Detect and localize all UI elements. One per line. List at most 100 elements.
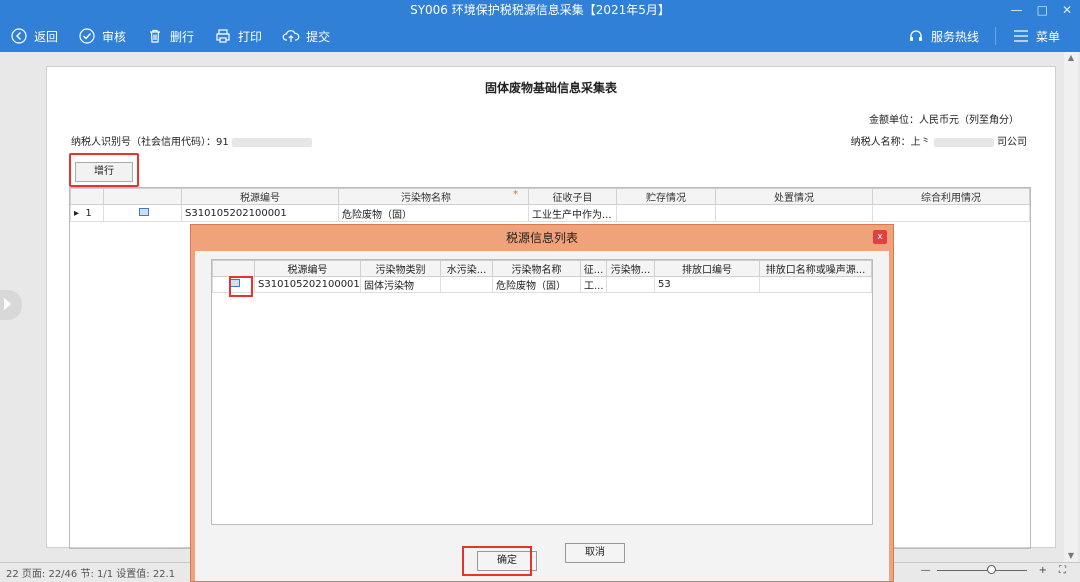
detail-grid-icon <box>139 207 149 216</box>
dcol-water: 水污染... <box>440 260 493 277</box>
taxpayer-name-label: 纳税人名称：上⺀ <box>850 137 931 148</box>
table-row[interactable]: ▸ 1 S310105202100001 危险废物（固） 工业生产中作为... <box>70 204 1030 222</box>
cell-storage[interactable] <box>616 204 716 222</box>
dialog-grid-header: 税源编号 污染物类别 水污染... 污染物名称 征... 污染物... 排放口编… <box>212 260 872 277</box>
menu-button[interactable]: 菜单 <box>1002 20 1070 52</box>
maximize-button[interactable]: □ <box>1037 0 1048 20</box>
taxpayer-name-suffix: 司公司 <box>997 137 1027 148</box>
dcell-pollutant[interactable] <box>606 276 655 293</box>
hotline-button[interactable]: 服务热线 <box>897 20 989 52</box>
row-detail-button[interactable] <box>103 204 182 222</box>
status-page-info: 22 页面: 22/46 节: 1/1 设置值: 22.1 <box>6 569 176 580</box>
main-grid-header: 税源编号 污染物名称 * 征收子目 贮存情况 处置情况 综合利用情况 <box>70 188 1030 205</box>
fullscreen-icon[interactable]: ⛶ <box>1059 565 1066 576</box>
col-pointer <box>70 188 104 205</box>
col-levy-subitem: 征收子目 <box>528 188 617 205</box>
submit-button[interactable]: 提交 <box>272 20 340 52</box>
taxpayer-name: 纳税人名称：上⺀ 司公司 <box>851 133 1027 148</box>
close-window-button[interactable]: ✕ <box>1062 0 1072 20</box>
dcol-outlet-name: 排放口名称或噪声源... <box>759 260 872 277</box>
row-pointer: ▸ 1 <box>70 204 104 222</box>
zoom-out-button[interactable]: — <box>921 565 931 576</box>
submit-label: 提交 <box>306 29 331 44</box>
dcol-pollutant: 污染物... <box>606 260 655 277</box>
redacted-taxpayer-name <box>933 137 994 147</box>
side-panel-toggle[interactable] <box>0 290 22 320</box>
dcol-select <box>212 260 255 277</box>
window-titlebar: SY006 环境保护税税源信息采集【2021年5月】 — □ ✕ <box>0 0 1080 20</box>
required-mark: * <box>513 189 518 200</box>
vertical-scrollbar[interactable]: ▲ ▼ <box>1064 52 1078 562</box>
scroll-down-icon[interactable]: ▼ <box>1064 550 1078 562</box>
dcol-outlet-no: 排放口编号 <box>654 260 760 277</box>
dcol-category: 污染物类别 <box>360 260 441 277</box>
dcell-water[interactable] <box>440 276 493 293</box>
dialog-grid: 税源编号 污染物类别 水污染... 污染物名称 征... 污染物... 排放口编… <box>211 259 873 525</box>
trash-icon <box>146 27 164 45</box>
dcell-outlet-name[interactable] <box>759 276 872 293</box>
col-detail <box>103 188 182 205</box>
highlight-box-confirm <box>462 546 532 576</box>
printer-icon <box>214 27 232 45</box>
dialog-titlebar: 税源信息列表 x <box>191 225 893 251</box>
col-tax-source-code: 税源编号 <box>181 188 339 205</box>
print-label: 打印 <box>238 29 263 44</box>
col-reuse: 综合利用情况 <box>872 188 1030 205</box>
window-title: SY006 环境保护税税源信息采集【2021年5月】 <box>410 3 670 17</box>
col-pollutant-name: 污染物名称 * <box>338 188 529 205</box>
cell-reuse[interactable] <box>872 204 1030 222</box>
dcell-outlet-no[interactable]: 53 <box>654 276 760 293</box>
toolbar-divider <box>994 27 996 45</box>
highlight-box-select <box>229 276 253 297</box>
taxpayer-id-label: 纳税人识别号（社会信用代码）：91 <box>71 137 229 148</box>
tax-source-dialog: 税源信息列表 x 税源编号 污染物类别 水污染... 污染物名称 征... 污染… <box>190 224 894 582</box>
expand-arrow-icon <box>4 298 11 310</box>
taxpayer-id: 纳税人识别号（社会信用代码）：91 <box>71 133 312 148</box>
minimize-button[interactable]: — <box>1011 0 1023 20</box>
highlight-box-add-row <box>69 153 139 187</box>
zoom-control: — + ⛶ <box>915 565 1066 576</box>
zoom-in-button[interactable]: + <box>1039 565 1047 576</box>
cancel-button[interactable]: 取消 <box>565 543 625 563</box>
scroll-up-icon[interactable]: ▲ <box>1064 52 1078 64</box>
cell-code[interactable]: S310105202100001 <box>181 204 339 222</box>
dcol-code: 税源编号 <box>254 260 361 277</box>
dcell-category[interactable]: 固体污染物 <box>360 276 441 293</box>
dcol-levy: 征... <box>580 260 607 277</box>
menu-label: 菜单 <box>1035 29 1060 44</box>
dialog-body: 税源编号 污染物类别 水污染... 污染物名称 征... 污染物... 排放口编… <box>195 251 889 581</box>
dialog-title: 税源信息列表 <box>505 231 578 245</box>
review-button[interactable]: 审核 <box>68 20 136 52</box>
dcell-code[interactable]: S310105202100001 <box>254 276 361 293</box>
zoom-slider-handle[interactable] <box>986 565 996 574</box>
dialog-close-button[interactable]: x <box>873 230 887 244</box>
review-label: 审核 <box>102 29 127 44</box>
hotline-label: 服务热线 <box>930 29 979 44</box>
cell-subitem[interactable]: 工业生产中作为... <box>528 204 617 222</box>
window-controls: — □ ✕ <box>1011 0 1072 20</box>
delete-row-label: 删行 <box>170 29 195 44</box>
zoom-slider[interactable] <box>936 565 1027 574</box>
delete-row-button[interactable]: 删行 <box>136 20 204 52</box>
toolbar: 返回 审核 删行 打印 提交 服务热线 菜单 <box>0 20 1080 52</box>
print-button[interactable]: 打印 <box>204 20 272 52</box>
col-disposal: 处置情况 <box>715 188 873 205</box>
back-label: 返回 <box>34 29 59 44</box>
table-row[interactable]: S310105202100001 固体污染物 危险废物（固） 工... 53 <box>212 276 872 293</box>
form-title: 固体废物基础信息采集表 <box>484 81 617 95</box>
back-arrow-icon <box>10 27 28 45</box>
dcol-name: 污染物名称 <box>492 260 581 277</box>
hamburger-menu-icon <box>1012 27 1030 45</box>
col-storage: 贮存情况 <box>616 188 716 205</box>
dcell-name[interactable]: 危险废物（固） <box>492 276 581 293</box>
check-circle-icon <box>78 27 96 45</box>
cloud-upload-icon <box>282 27 300 45</box>
headset-icon <box>907 27 925 45</box>
toolbar-right: 服务热线 菜单 <box>897 20 1070 52</box>
cell-disposal[interactable] <box>715 204 873 222</box>
currency-unit: 金额单位：人民币元（列至角分） <box>869 115 1019 126</box>
dcell-levy[interactable]: 工... <box>580 276 607 293</box>
back-button[interactable]: 返回 <box>0 20 68 52</box>
redacted-taxpayer-id <box>231 137 312 147</box>
cell-pollutant[interactable]: 危险废物（固） <box>338 204 529 222</box>
